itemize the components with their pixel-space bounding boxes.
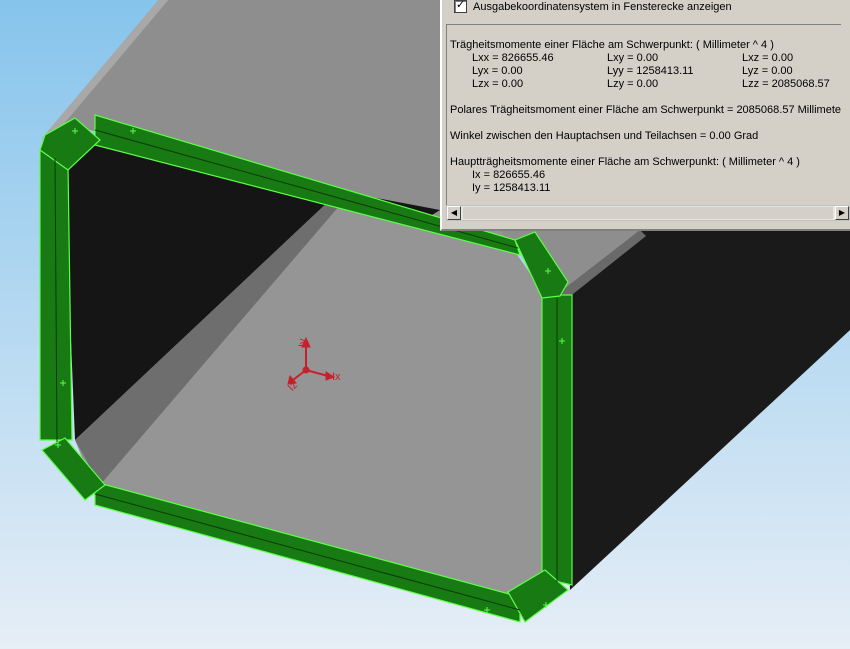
principal-header: Hauptträgheitsmomente einer Fläche am Sc… (450, 156, 800, 168)
inertia-lyy: Lyy = 1258413.11 (607, 65, 694, 77)
inertia-lzz: Lzz = 2085068.57 (742, 78, 830, 90)
triad-x-label: Ix (332, 371, 341, 383)
scrollbar-thumb[interactable] (463, 207, 833, 219)
section-properties-panel: Ausgabekoordinatensystem in Fensterecke … (440, 0, 850, 231)
inertia-lzy: Lzy = 0.00 (607, 78, 659, 90)
principal-iy: Iy = 1258413.11 (472, 182, 551, 194)
results-text-area[interactable]: Trägheitsmomente einer Fläche am Schwerp… (446, 24, 841, 205)
axes-angle: Winkel zwischen den Hauptachsen und Teil… (450, 130, 759, 142)
checkbox-checked-icon[interactable] (454, 0, 467, 13)
scroll-right-arrow-icon[interactable]: ▶ (835, 206, 849, 220)
inertia-lxx: Lxx = 826655.46 (472, 52, 554, 64)
checkbox-label: Ausgabekoordinatensystem in Fensterecke … (473, 0, 732, 13)
scroll-left-arrow-icon[interactable]: ◀ (447, 206, 461, 220)
triad-y-label: Iy (297, 338, 309, 347)
principal-ix: Ix = 826655.46 (472, 169, 546, 181)
inertia-lxy: Lxy = 0.00 (607, 52, 659, 64)
inertia-lxz: Lxz = 0.00 (742, 52, 794, 64)
corner-coordinate-system-option[interactable]: Ausgabekoordinatensystem in Fensterecke … (454, 0, 732, 13)
triad-origin (302, 366, 310, 374)
inertia-header: Trägheitsmomente einer Fläche am Schwerp… (450, 39, 774, 51)
inertia-lyx: Lyx = 0.00 (472, 65, 523, 77)
horizontal-scrollbar[interactable]: ◀ ▶ (446, 205, 850, 221)
polar-moment: Polares Trägheitsmoment einer Fläche am … (450, 104, 841, 116)
inertia-lzx: Lzx = 0.00 (472, 78, 524, 90)
inertia-lyz: Lyz = 0.00 (742, 65, 793, 77)
